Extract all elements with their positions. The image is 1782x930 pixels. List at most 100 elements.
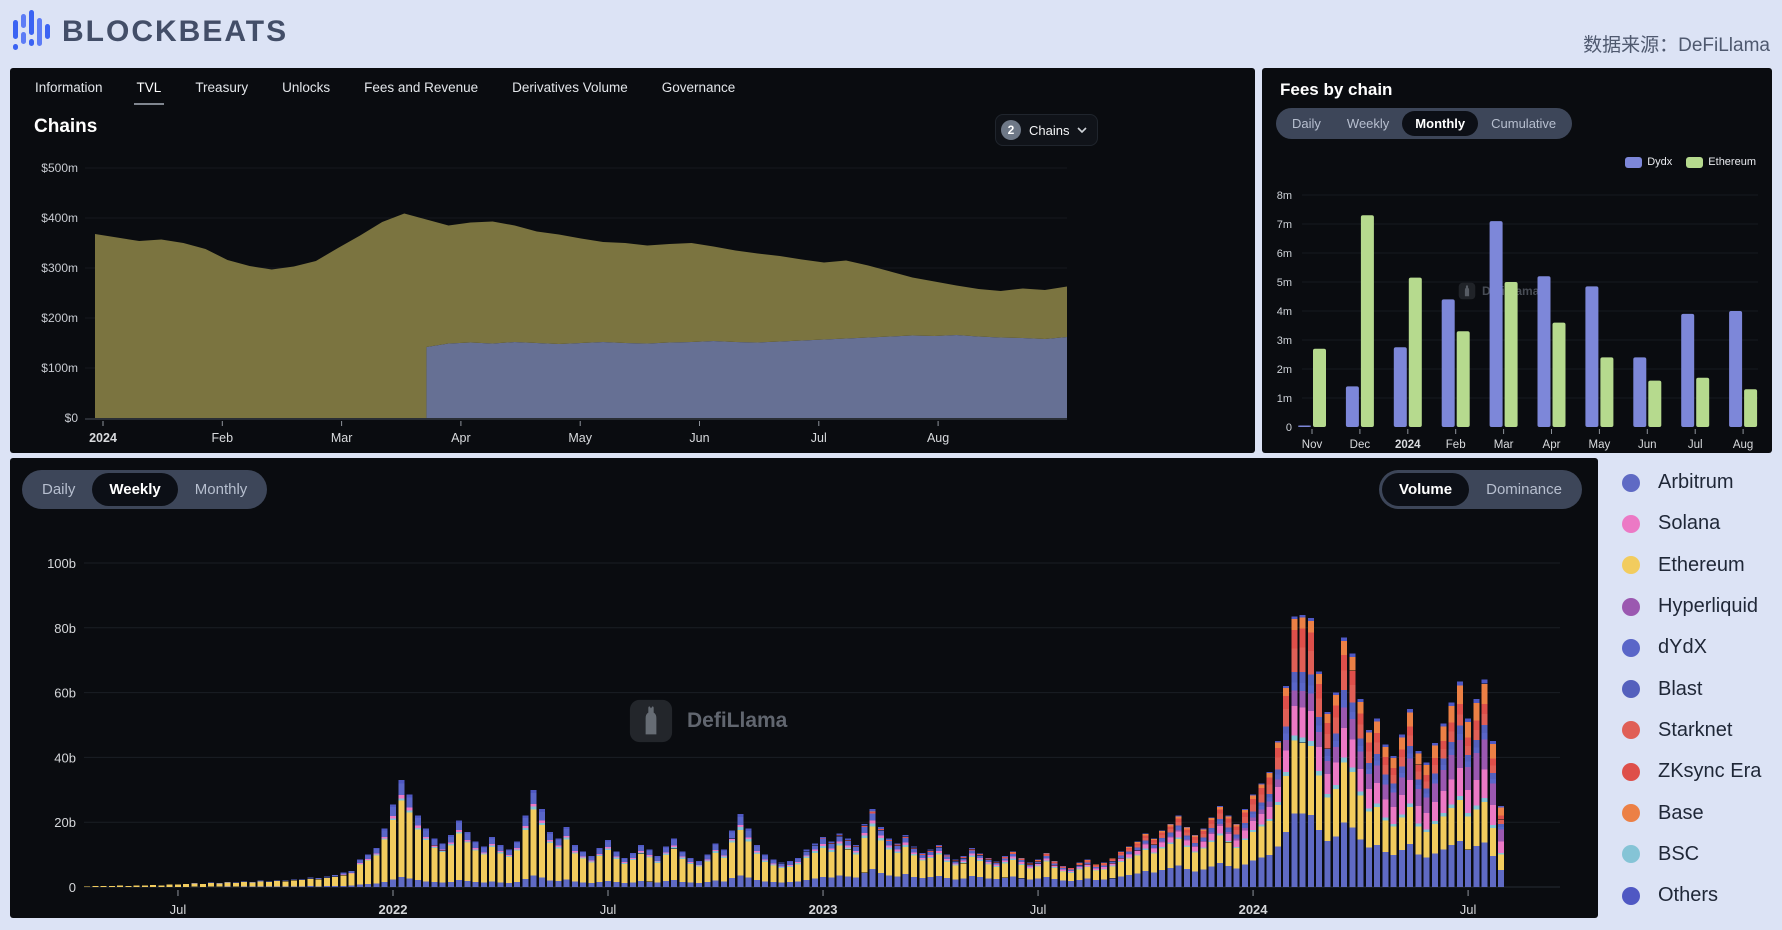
x-axis-label: Mar: [1494, 439, 1514, 451]
volume-bar-segment-arbitrum: [1308, 815, 1314, 887]
volume-bar-segment-zksync-era: [1035, 860, 1041, 861]
volume-bar-segment-hyperliquid: [1167, 836, 1173, 837]
volume-bar-segment-starknet: [1019, 860, 1025, 861]
volume-bar-segment-solana: [597, 854, 603, 855]
volume-bar-segment-base: [1416, 754, 1422, 765]
legend-label: ZKsync Era: [1658, 760, 1761, 783]
legend-item-starknet[interactable]: Starknet: [1608, 710, 1782, 751]
volume-bar-segment-others: [514, 842, 520, 844]
volume-toggle-daily[interactable]: Daily: [25, 473, 92, 506]
fees-toggle-cumulative[interactable]: Cumulative: [1478, 111, 1569, 136]
volume-bar-segment-others: [1126, 847, 1132, 848]
volume-bar-segment-hyperliquid: [1234, 839, 1240, 841]
tab-governance[interactable]: Governance: [645, 80, 753, 104]
y-axis-label: 40b: [54, 750, 76, 765]
tab-tvl[interactable]: TVL: [120, 80, 179, 104]
fees-toggle-daily[interactable]: Daily: [1279, 111, 1334, 136]
volume-bar-segment-others: [1143, 834, 1149, 835]
volume-bar-segment-arbitrum: [1349, 827, 1355, 887]
mode-toggle-volume[interactable]: Volume: [1382, 473, 1469, 506]
volume-bar-segment-solana: [1201, 842, 1207, 847]
volume-bar-segment-ethereum: [605, 850, 611, 881]
volume-bar-segment-others: [506, 850, 512, 851]
volume-bar-segment-arbitrum: [1043, 877, 1049, 887]
volume-bar-segment-arbitrum: [398, 877, 404, 887]
volume-bar-segment-dydx: [1316, 725, 1322, 732]
volume-bar-segment-arbitrum: [283, 887, 289, 888]
volume-bar-segment-bsc: [456, 832, 462, 834]
legend-item-others[interactable]: Others: [1608, 875, 1782, 916]
volume-bar-segment-base: [1151, 839, 1157, 840]
volume-bar-segment-arbitrum: [1473, 846, 1479, 887]
volume-bar-segment-arbitrum: [1068, 881, 1074, 887]
volume-stacked-bar-chart[interactable]: 020b40b60b80b100bJul2022Jul2023Jul2024Ju…: [10, 458, 1598, 918]
volume-bar-segment-ethereum: [1498, 855, 1504, 870]
tab-information[interactable]: Information: [18, 80, 120, 104]
volume-bar-segment-solana: [473, 848, 479, 849]
tab-derivatives-volume[interactable]: Derivatives Volume: [495, 80, 645, 104]
volume-bar-segment-hyperliquid: [1159, 841, 1165, 842]
volume-toggle-weekly[interactable]: Weekly: [92, 473, 177, 506]
volume-bar-segment-arbitrum: [1341, 823, 1347, 888]
volume-bar-segment-zksync-era: [1300, 628, 1306, 647]
chains-dropdown[interactable]: 2 Chains: [995, 114, 1098, 146]
volume-bar-segment-solana: [1101, 867, 1107, 869]
legend-item-hyperliquid[interactable]: Hyperliquid: [1608, 586, 1782, 627]
legend-item-bsc[interactable]: BSC: [1608, 834, 1782, 875]
volume-bar-segment-dydx: [464, 834, 470, 840]
volume-bar-segment-arbitrum: [506, 883, 512, 887]
volume-bar-segment-zksync-era: [1184, 829, 1190, 832]
volume-bar-segment-base: [1101, 863, 1107, 864]
volume-toggle-monthly[interactable]: Monthly: [178, 473, 265, 506]
volume-bar-segment-others: [522, 816, 528, 818]
volume-bar-segment-others: [1407, 709, 1413, 713]
legend-item-zksync-era[interactable]: ZKsync Era: [1608, 751, 1782, 792]
chain-legend: ArbitrumSolanaEthereumHyperliquiddYdXBla…: [1608, 462, 1782, 916]
volume-bar-segment-arbitrum: [853, 878, 859, 887]
volume-bar-segment-base: [1159, 831, 1165, 833]
volume-bar-segment-hyperliquid: [1449, 755, 1455, 780]
blockbeats-logo[interactable]: BLOCKBEATS: [12, 8, 288, 56]
fees-toggle-monthly[interactable]: Monthly: [1402, 111, 1478, 136]
volume-bar-segment-bsc: [622, 863, 628, 864]
volume-bar-segment-arbitrum: [564, 880, 570, 887]
volume-bar-segment-arbitrum: [1035, 879, 1041, 887]
volume-bar-segment-dydx: [1366, 769, 1372, 774]
tab-unlocks[interactable]: Unlocks: [265, 80, 347, 104]
volume-bar-segment-hyperliquid: [1143, 844, 1149, 845]
x-axis-label: Jul: [170, 902, 187, 917]
tab-treasury[interactable]: Treasury: [178, 80, 265, 104]
volume-bar-segment-ethereum: [249, 883, 255, 887]
volume-bar-segment-arbitrum: [936, 876, 942, 887]
volume-bar-segment-blast: [1449, 742, 1455, 749]
fees-toggle-weekly[interactable]: Weekly: [1334, 111, 1402, 136]
volume-bar-segment-others: [630, 853, 636, 854]
legend-item-solana[interactable]: Solana: [1608, 503, 1782, 544]
volume-bar-segment-dydx: [1267, 798, 1273, 802]
legend-item-base[interactable]: Base: [1608, 792, 1782, 833]
legend-item-dydx[interactable]: dYdX: [1608, 627, 1782, 668]
y-axis-label: $100m: [41, 361, 78, 375]
volume-bar-segment-base: [1399, 738, 1405, 750]
volume-bar-segment-others: [1134, 842, 1140, 843]
volume-bar-segment-zksync-era: [853, 846, 859, 847]
volume-bar-segment-solana: [853, 851, 859, 853]
volume-bar-segment-solana: [605, 847, 611, 848]
volume-bar-segment-ethereum: [1465, 817, 1471, 850]
volume-bar-segment-dydx: [365, 856, 371, 860]
legend-item-blast[interactable]: Blast: [1608, 668, 1782, 709]
volume-bar-segment-dydx: [531, 793, 537, 804]
legend-item-arbitrum[interactable]: Arbitrum: [1608, 462, 1782, 503]
tab-fees-and-revenue[interactable]: Fees and Revenue: [347, 80, 495, 104]
volume-bar-segment-ethereum: [547, 843, 553, 880]
volume-bar-segment-arbitrum: [770, 882, 776, 887]
volume-bar-segment-ethereum: [522, 830, 528, 879]
mode-toggle-dominance[interactable]: Dominance: [1469, 473, 1579, 506]
volume-bar-segment-zksync-era: [1432, 758, 1438, 765]
tvl-tab-bar: Information TVL Treasury Unlocks Fees an…: [10, 68, 1255, 104]
volume-bar-segment-dydx: [1482, 733, 1488, 739]
volume-bar-segment-base: [1275, 743, 1281, 749]
legend-item-ethereum[interactable]: Ethereum: [1608, 545, 1782, 586]
volume-bar-segment-bsc: [820, 846, 826, 848]
volume-bar-segment-dydx: [299, 879, 305, 880]
